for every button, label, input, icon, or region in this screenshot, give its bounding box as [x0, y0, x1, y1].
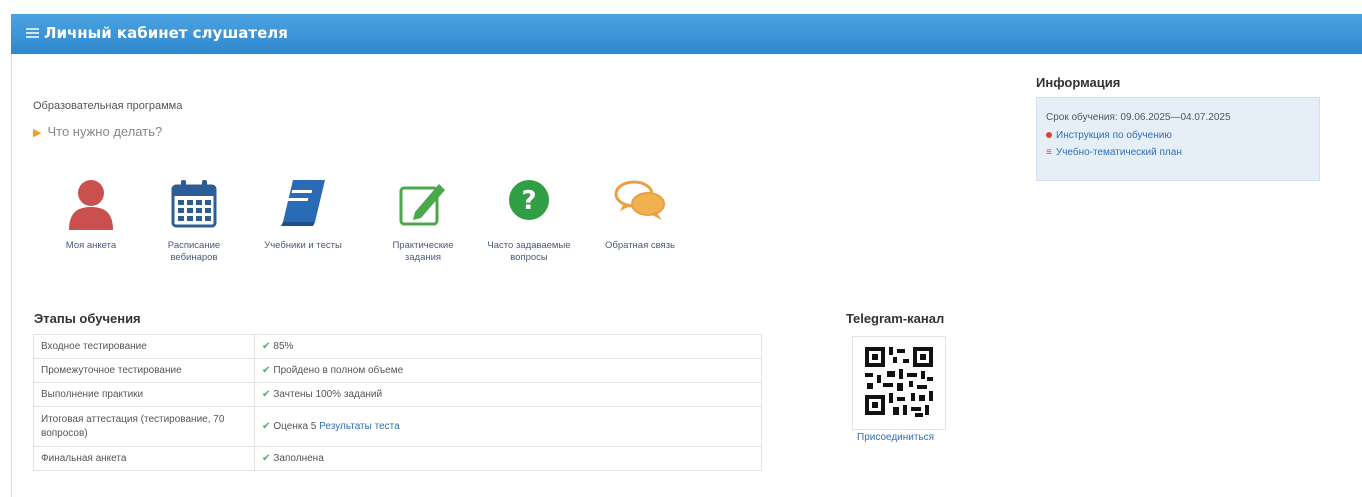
qr-code-icon — [865, 347, 933, 417]
stage-name: Выполнение практики — [33, 382, 255, 407]
info-box: Срок обучения: 09.06.2025—04.07.2025 Инс… — [1036, 97, 1320, 181]
stage-status: Зачтены 100% заданий — [273, 389, 383, 400]
info-title: Информация — [1036, 75, 1121, 90]
stage-status: Оценка 5 — [273, 421, 317, 432]
tile-label: Обратная связь — [605, 240, 675, 251]
tile-label: Моя анкета — [65, 240, 117, 251]
table-row: Входное тестирование ✔ 85% — [33, 334, 762, 359]
tile-label: Практические задания — [392, 240, 454, 263]
table-row: Выполнение практики ✔ Зачтены 100% задани… — [33, 382, 762, 407]
question-icon: ? — [509, 180, 549, 220]
calendar-icon — [171, 180, 217, 228]
tile-label: Расписание вебинаров — [167, 240, 221, 263]
stage-status-cell: ✔ Зачтены 100% заданий — [254, 382, 762, 407]
tile-feedback[interactable]: Обратная связь — [595, 178, 685, 252]
instructions-link[interactable]: Инструкция по обучению — [1046, 130, 1172, 141]
test-results-link[interactable]: Результаты теста — [319, 421, 400, 432]
check-icon: ✔ — [262, 341, 271, 352]
list-icon — [26, 28, 39, 38]
stage-name: Итоговая аттестация (тестирование, 70 во… — [33, 406, 255, 447]
stage-status-cell: ✔ 85% — [254, 334, 762, 359]
table-row: Промежуточное тестирование ✔ Пройдено в п… — [33, 358, 762, 383]
table-row: Финальная анкета ✔ Заполнена — [33, 446, 762, 471]
program-label: Образовательная программа — [33, 100, 183, 112]
stage-status-cell: ✔ Оценка 5 Результаты теста — [254, 406, 762, 447]
qr-code — [852, 336, 946, 430]
check-icon: ✔ — [262, 389, 271, 400]
list-icon: ≡ — [1046, 147, 1052, 158]
stage-name: Финальная анкета — [33, 446, 255, 471]
page-title: Личный кабинет слушателя — [44, 24, 288, 42]
check-icon: ✔ — [262, 365, 271, 376]
stage-status: Пройдено в полном объеме — [273, 365, 404, 376]
check-icon: ✔ — [262, 453, 271, 464]
tile-label: Учебники и тесты — [264, 240, 342, 251]
arrow-right-icon: ▶ — [33, 127, 42, 139]
stages-table: Входное тестирование ✔ 85% Промежуточное … — [33, 334, 762, 471]
instructions-label: Инструкция по обучению — [1056, 130, 1172, 141]
edit-icon — [399, 184, 445, 226]
study-period: Срок обучения: 09.06.2025—04.07.2025 — [1046, 112, 1231, 123]
telegram-title: Telegram-канал — [846, 311, 945, 326]
book-icon — [281, 180, 325, 226]
stage-name: Промежуточное тестирование — [33, 358, 255, 383]
svg-text:?: ? — [521, 186, 536, 216]
todo-link[interactable]: ▶ Что нужно делать? — [33, 124, 162, 139]
stage-status-cell: ✔ Заполнена — [254, 446, 762, 471]
arrow-icon — [1046, 132, 1052, 139]
tile-practical-tasks[interactable]: Практические задания — [378, 178, 468, 264]
stage-status: 85% — [273, 341, 294, 352]
todo-label: Что нужно делать? — [47, 124, 163, 139]
tile-label: Часто задаваемые вопросы — [487, 240, 571, 263]
tile-faq[interactable]: ? Часто задаваемые вопросы — [484, 178, 574, 264]
check-icon: ✔ — [262, 421, 271, 432]
stage-name: Входное тестирование — [33, 334, 255, 359]
header-bar: Личный кабинет слушателя — [11, 14, 1362, 55]
stage-status-cell: ✔ Пройдено в полном объеме — [254, 358, 762, 383]
chat-icon — [614, 180, 665, 220]
table-row: Итоговая аттестация (тестирование, 70 во… — [33, 406, 762, 447]
telegram-join-link[interactable]: Присоединиться — [857, 432, 934, 443]
study-plan-label: Учебно-тематический план — [1055, 147, 1182, 158]
tile-textbooks-tests[interactable]: Учебники и тесты — [258, 178, 348, 252]
user-icon — [69, 180, 113, 230]
stages-title: Этапы обучения — [34, 311, 141, 326]
tile-webinar-schedule[interactable]: Расписание вебинаров — [149, 178, 239, 264]
study-plan-link[interactable]: ≡ Учебно-тематический план — [1046, 147, 1182, 158]
tile-my-profile[interactable]: Моя анкета — [46, 178, 136, 252]
stage-status: Заполнена — [273, 453, 324, 464]
